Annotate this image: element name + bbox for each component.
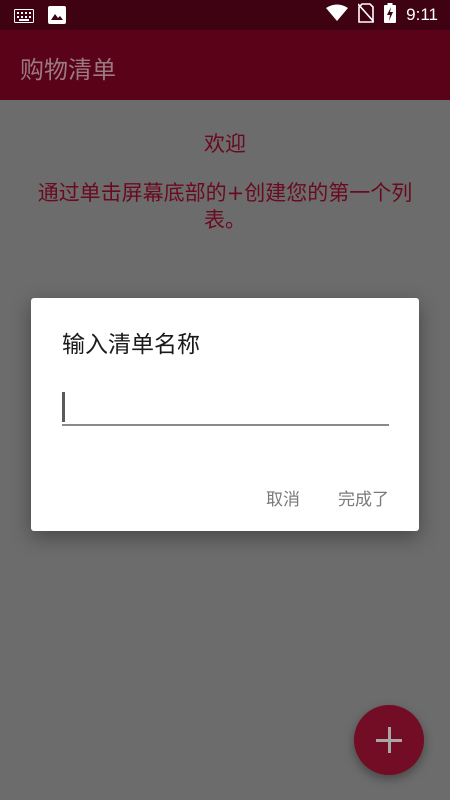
- status-time: 9:11: [406, 5, 438, 24]
- status-bar: 9:11: [0, 0, 450, 30]
- plus-icon: [376, 727, 402, 753]
- dialog-title: 输入清单名称: [62, 332, 200, 358]
- text-cursor: [62, 392, 65, 422]
- app-title: 购物清单: [20, 56, 116, 84]
- add-list-fab[interactable]: [354, 705, 424, 775]
- battery-charging-icon: [384, 3, 397, 27]
- no-sim-icon: [357, 3, 375, 27]
- done-button[interactable]: 完成了: [338, 485, 389, 510]
- wifi-icon: [326, 4, 349, 26]
- cancel-button[interactable]: 取消: [266, 485, 300, 510]
- dialog-actions: 取消 完成了: [266, 485, 389, 510]
- keyboard-icon: [14, 8, 34, 27]
- app-bar: 购物清单: [0, 30, 450, 100]
- list-name-dialog: 输入清单名称 取消 完成了: [31, 298, 419, 531]
- list-name-field[interactable]: [62, 390, 389, 428]
- welcome-heading: 欢迎: [204, 132, 246, 156]
- image-icon: [48, 6, 66, 28]
- list-name-input[interactable]: [62, 390, 389, 426]
- input-underline: [62, 424, 389, 426]
- empty-state-hint: 通过单击屏幕底部的+创建您的第一个列表。: [37, 181, 413, 232]
